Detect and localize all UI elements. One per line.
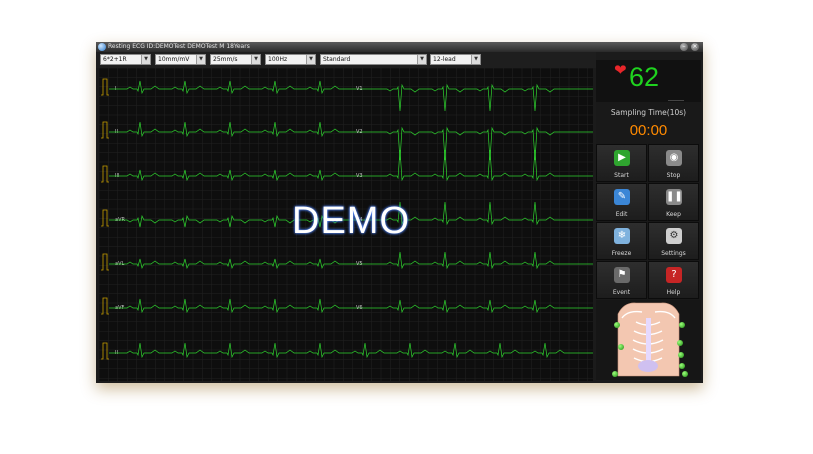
- calibration-pulse: [101, 165, 109, 183]
- heart-rate-display: ❤ 62: [596, 60, 701, 102]
- torso-illustration: [617, 302, 680, 377]
- heart-icon: ❤: [614, 61, 627, 79]
- chevron-down-icon: ▼: [141, 55, 150, 64]
- layout-select-value: 6*2+1R: [103, 56, 127, 63]
- edit-icon: ✎: [614, 189, 630, 205]
- lead-label: V2: [356, 129, 363, 135]
- gain-select-value: 10mm/mV: [158, 56, 190, 63]
- ecg-trace: [379, 149, 593, 182]
- pause-icon: ❚❚: [666, 189, 683, 205]
- stop-icon: ◉: [666, 150, 682, 166]
- keep-label: Keep: [666, 211, 681, 218]
- demo-watermark: DEMO: [292, 200, 410, 242]
- mode-select[interactable]: Standard ▼: [320, 54, 427, 65]
- calibration-pulse: [101, 253, 109, 271]
- ecg-trace: [379, 83, 593, 112]
- start-button[interactable]: ▶ Start: [596, 144, 647, 182]
- electrode-v2: [677, 340, 683, 346]
- chevron-down-icon: ▼: [251, 55, 260, 64]
- calibration-pulse: [101, 209, 109, 227]
- electrode-diagram: [596, 300, 701, 380]
- electrode-v1: [618, 344, 624, 350]
- electrode-ra: [614, 322, 620, 328]
- sampling-time-label: Sampling Time(10s): [610, 108, 687, 117]
- window-title: Resting ECG ID:DEMOTest DEMOTest M 18Yea…: [108, 43, 250, 50]
- gear-icon: ⚙: [666, 228, 682, 244]
- help-button[interactable]: ? Help: [648, 261, 699, 299]
- divider: [668, 100, 684, 101]
- play-icon: ▶: [614, 150, 630, 166]
- freeze-label: Freeze: [611, 250, 632, 257]
- heart-rate-value: 62: [629, 62, 660, 92]
- keep-button[interactable]: ❚❚ Keep: [648, 183, 699, 221]
- filter-select-value: 100Hz: [268, 56, 288, 63]
- edit-label: Edit: [615, 211, 628, 218]
- event-button[interactable]: ⚑ Event: [596, 261, 647, 299]
- lead-select[interactable]: 12-lead ▼: [430, 54, 481, 65]
- electrode-ll: [682, 371, 688, 377]
- freeze-button[interactable]: ❄ Freeze: [596, 222, 647, 260]
- help-icon: ?: [666, 267, 682, 283]
- stop-label: Stop: [666, 172, 681, 179]
- title-bar: Resting ECG ID:DEMOTest DEMOTest M 18Yea…: [96, 42, 703, 52]
- electrode-rl: [612, 371, 618, 377]
- edit-button[interactable]: ✎ Edit: [596, 183, 647, 221]
- stop-button[interactable]: ◉ Stop: [648, 144, 699, 182]
- electrode-v4: [679, 363, 685, 369]
- lead-label: V6: [356, 305, 363, 311]
- ecg-trace: [109, 258, 379, 270]
- speed-select[interactable]: 25mm/s ▼: [210, 54, 261, 65]
- ecg-trace: [109, 298, 379, 314]
- settings-label: Settings: [661, 250, 686, 257]
- toolbar: 6*2+1R ▼ 10mm/mV ▼ 25mm/s ▼ 100Hz ▼ Stan…: [96, 52, 596, 68]
- speed-select-value: 25mm/s: [213, 56, 238, 63]
- settings-button[interactable]: ⚙ Settings: [648, 222, 699, 260]
- event-label: Event: [612, 289, 631, 296]
- calibration-pulse: [101, 297, 109, 315]
- lead-label: V5: [356, 261, 363, 267]
- electrode-v3: [678, 352, 684, 358]
- electrode-la: [679, 322, 685, 328]
- filter-select[interactable]: 100Hz ▼: [265, 54, 316, 65]
- lead-label: V3: [356, 173, 363, 179]
- flag-icon: ⚑: [614, 267, 630, 283]
- help-label: Help: [666, 289, 681, 296]
- chevron-down-icon: ▼: [196, 55, 205, 64]
- snowflake-icon: ❄: [614, 228, 630, 244]
- mode-select-value: Standard: [323, 56, 351, 63]
- ecg-trace: [379, 126, 593, 161]
- ecg-trace: [379, 299, 593, 314]
- sampling-timer: 00:00: [629, 122, 668, 139]
- ecg-window: Resting ECG ID:DEMOTest DEMOTest M 18Yea…: [96, 42, 703, 383]
- chevron-down-icon: ▼: [306, 55, 315, 64]
- lead-label: V1: [356, 86, 363, 92]
- ecg-trace: [379, 201, 593, 226]
- minimize-button[interactable]: –: [680, 43, 688, 51]
- control-panel: ❤ 62 Sampling Time(10s) 00:00 ▶ Start ◉ …: [596, 60, 701, 380]
- chevron-down-icon: ▼: [417, 55, 426, 64]
- gain-select[interactable]: 10mm/mV ▼: [155, 54, 206, 65]
- start-label: Start: [614, 172, 629, 179]
- app-icon: [98, 43, 106, 51]
- calibration-pulse: [101, 342, 109, 360]
- chevron-down-icon: ▼: [471, 55, 480, 64]
- layout-select[interactable]: 6*2+1R ▼: [100, 54, 151, 65]
- lead-select-value: 12-lead: [433, 56, 456, 63]
- close-button[interactable]: ×: [691, 43, 699, 51]
- ecg-display: I V1 II V2 III V3 aVR V4 aVL V5 aVF V6 II DEMO: [99, 68, 593, 381]
